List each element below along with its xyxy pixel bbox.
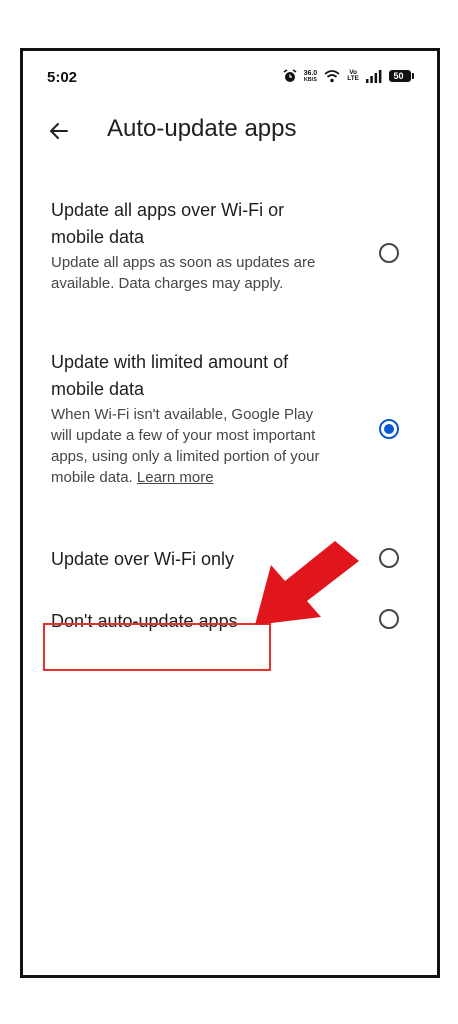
- option-title: Update with limited amount of mobile dat…: [51, 352, 289, 399]
- volte-indicator: Vo LTE: [347, 69, 359, 83]
- option-title: Update all apps over Wi-Fi or mobile dat…: [51, 200, 285, 247]
- signal-icon: [366, 69, 382, 83]
- battery-icon: 50: [389, 70, 414, 82]
- app-bar: Auto-update apps: [23, 109, 437, 157]
- arrow-left-icon[interactable]: [45, 117, 73, 145]
- radio-dont-update[interactable]: [379, 609, 399, 629]
- annotation-arrow-icon: [255, 541, 359, 625]
- battery-level: 50: [393, 71, 404, 81]
- status-bar: 5:02 36.0 KB/S Vo LTE 50: [23, 51, 437, 95]
- radio-wifi-only[interactable]: [379, 548, 399, 568]
- status-time: 5:02: [47, 69, 78, 86]
- radio-update-all[interactable]: [379, 243, 399, 263]
- alarm-icon: [283, 69, 297, 82]
- option-description: Update all apps as soon as updates are a…: [51, 254, 316, 292]
- option-update-all[interactable]: Update all apps over Wi-Fi or mobile dat…: [51, 197, 331, 294]
- network-speed-unit: KB/S: [303, 76, 317, 83]
- annotation-highlight-box: [43, 623, 271, 671]
- option-limited-data[interactable]: Update with limited amount of mobile dat…: [51, 349, 331, 488]
- network-speed-value: 36.0: [303, 69, 318, 77]
- volte-bottom: LTE: [347, 75, 359, 82]
- learn-more-link[interactable]: Learn more: [137, 469, 214, 486]
- wifi-icon: [324, 70, 340, 83]
- phone-frame: 5:02 36.0 KB/S Vo LTE 50 Auto-update app…: [20, 48, 440, 978]
- page-title: Auto-update apps: [107, 115, 297, 142]
- radio-limited-data[interactable]: [379, 419, 399, 439]
- network-speed: 36.0 KB/S: [304, 70, 318, 83]
- option-description: When Wi-Fi isn't available, Google Play …: [51, 404, 331, 488]
- status-icons: 36.0 KB/S Vo LTE 50: [283, 67, 414, 85]
